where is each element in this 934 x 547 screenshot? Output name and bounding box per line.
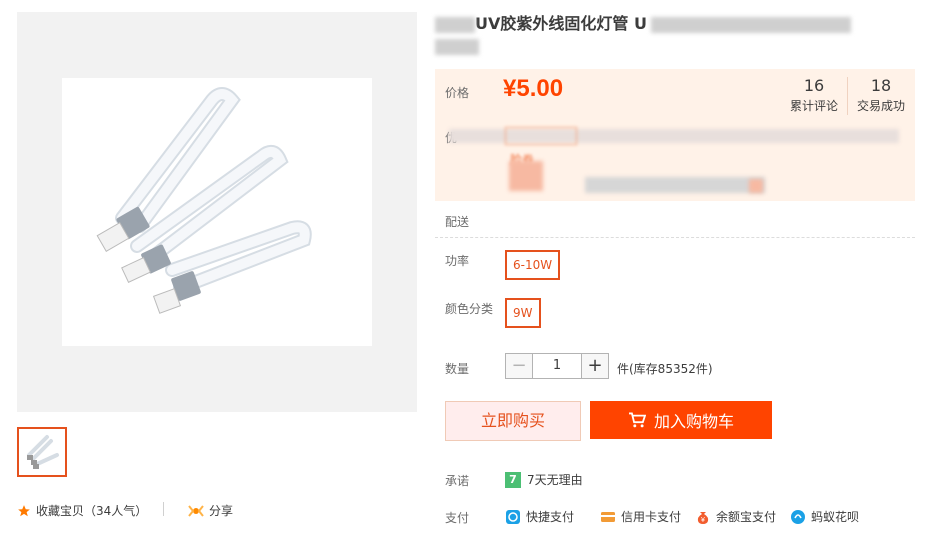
promise-item[interactable]: 7 7天无理由 — [505, 471, 583, 488]
favorite-label: 收藏宝贝（34人气） — [36, 504, 148, 518]
blurred-text — [650, 16, 851, 33]
svg-text:¥: ¥ — [701, 517, 705, 524]
payment-method-label: 蚂蚁花呗 — [811, 510, 860, 524]
credit-card-icon — [601, 511, 615, 522]
star-icon — [18, 504, 30, 516]
cart-icon — [628, 412, 646, 428]
share-icon — [188, 504, 204, 517]
payment-huabei[interactable]: 蚂蚁花呗 — [790, 508, 859, 525]
quick-pay-icon — [506, 509, 520, 524]
main-image-area[interactable] — [17, 12, 417, 412]
payment-method-label: 信用卡支付 — [621, 510, 682, 524]
quantity-stepper[interactable]: − 1 + — [505, 353, 609, 379]
price-value: ¥5.00 — [503, 75, 563, 103]
blurred-text — [435, 16, 475, 33]
share-button[interactable]: 分享 — [188, 502, 233, 519]
thumbnail-1[interactable] — [17, 427, 67, 477]
product-title: UV胶紫外线固化灯管 U — [435, 13, 910, 57]
thumbnail-image — [19, 429, 65, 475]
power-option-6-10w[interactable]: 6-10W — [505, 250, 561, 280]
favorite-item[interactable]: 收藏宝贝（34人气） — [17, 502, 147, 519]
product-photo[interactable] — [62, 78, 372, 346]
stat-reviews[interactable]: 16 累计评论 — [781, 76, 847, 114]
stat-label: 累计评论 — [789, 99, 838, 113]
title-text: UV胶紫外线固化灯管 U — [475, 14, 647, 33]
quantity-increase-button[interactable]: + — [581, 353, 609, 379]
promise-text: 7天无理由 — [527, 473, 583, 487]
share-label: 分享 — [209, 504, 234, 518]
stat-label: 交易成功 — [856, 99, 905, 113]
blurred-coupon-tag — [505, 127, 577, 145]
price-amount: 5.00 — [516, 75, 564, 102]
payment-method-label: 余额宝支付 — [716, 510, 777, 524]
buy-now-button[interactable]: 立即购买 — [445, 401, 581, 441]
stat-sales[interactable]: 18 交易成功 — [848, 76, 914, 114]
add-to-cart-button[interactable]: 加入购物车 — [590, 401, 772, 439]
payment-quick[interactable]: 快捷支付 — [505, 508, 574, 525]
quantity-input[interactable]: 1 — [533, 353, 581, 379]
color-option-9w[interactable]: 9W — [505, 298, 541, 328]
price-panel: 价格 ¥5.00 16 累计评论 18 交易成功 优 脸券 — [435, 69, 915, 201]
currency-symbol: ¥ — [503, 75, 517, 102]
blurred-promo — [509, 161, 543, 191]
payment-method-label: 快捷支付 — [526, 510, 575, 524]
delivery-label: 配送 — [445, 215, 470, 229]
uv-lamp-tubes-image — [96, 87, 312, 314]
blurred-promo — [585, 177, 765, 193]
stock-info: 件(库存85352件) — [617, 362, 713, 376]
divider — [163, 502, 164, 516]
money-bag-icon: ¥ — [697, 511, 709, 524]
quantity-label: 数量 — [445, 362, 470, 376]
stat-number: 18 — [870, 76, 892, 95]
promise-label: 承诺 — [445, 474, 470, 488]
blurred-text — [435, 38, 479, 55]
payment-label: 支付 — [445, 511, 470, 525]
seven-day-return-icon: 7 — [505, 471, 521, 488]
blurred-promo — [749, 179, 763, 193]
quantity-decrease-button[interactable]: − — [505, 353, 533, 379]
huabei-icon — [791, 509, 805, 524]
divider — [435, 237, 915, 238]
power-label: 功率 — [445, 254, 470, 268]
color-label: 颜色分类 — [445, 302, 494, 316]
price-label: 价格 — [445, 86, 470, 100]
stat-number: 16 — [803, 76, 825, 95]
payment-credit-card[interactable]: 信用卡支付 — [600, 508, 681, 525]
add-to-cart-label: 加入购物车 — [653, 412, 734, 431]
payment-yuebao[interactable]: ¥ 余额宝支付 — [695, 508, 776, 525]
